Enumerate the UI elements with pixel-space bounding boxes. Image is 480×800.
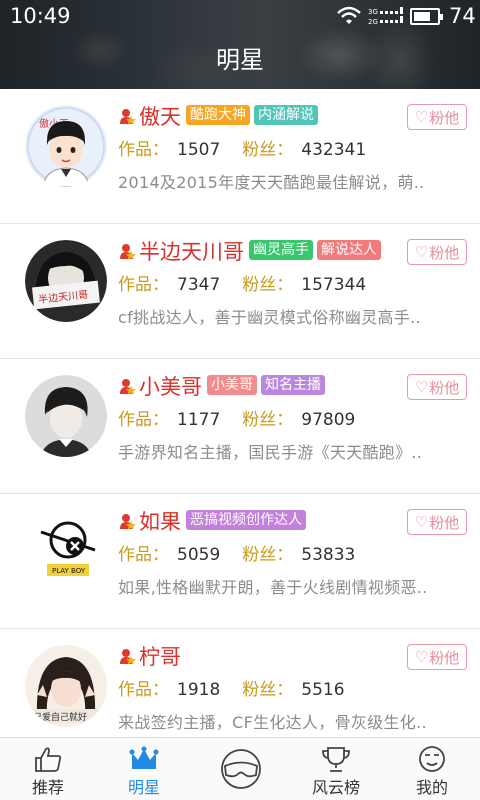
heart-icon: ♡ xyxy=(414,378,429,396)
tag-list: 小美哥 知名主播 xyxy=(207,375,325,395)
crown-icon xyxy=(129,746,159,769)
works-count: 1507 xyxy=(177,140,221,160)
works-label: 作品： xyxy=(118,545,169,565)
works-count: 1177 xyxy=(177,410,221,430)
face-icon xyxy=(419,746,445,772)
works-label: 作品： xyxy=(118,275,169,295)
battery-icon xyxy=(410,8,443,25)
works-count: 1918 xyxy=(177,680,221,700)
works-label: 作品： xyxy=(118,140,169,160)
star-description: 2014及2015年度天天酷跑最佳解说，萌.. xyxy=(118,173,425,192)
star-name[interactable]: 柠哥 xyxy=(139,641,181,671)
avatar[interactable]: 半边天川哥 xyxy=(25,240,107,322)
fans-label: 粉丝： xyxy=(242,410,294,430)
star-name[interactable]: 傲天 xyxy=(139,101,181,131)
tag-list: 恶搞视频创作达人 xyxy=(186,510,306,530)
works-count: 7347 xyxy=(177,275,221,295)
header-bar: 10:49 3G 2G 74 明星 xyxy=(0,0,480,89)
star-stats: 作品： 1918 粉丝： 5516 xyxy=(118,675,345,700)
star-list-item[interactable]: 己爱自己就好 柠哥 ♡ 粉他 作品： 1918 粉丝： 5516 来战签约主播，CF生化… xyxy=(0,629,480,737)
svg-text:2G: 2G xyxy=(368,18,378,26)
star-name[interactable]: 如果 xyxy=(139,506,181,536)
tag: 幽灵高手 xyxy=(249,240,313,260)
tag: 解说达人 xyxy=(317,240,381,260)
heart-icon: ♡ xyxy=(414,108,429,126)
tab-stars[interactable]: 明星 xyxy=(96,738,192,800)
follow-button[interactable]: ♡ 粉他 xyxy=(407,104,467,130)
star-description: 如果,性格幽默开朗，善于火线剧情视频恶.. xyxy=(118,578,428,597)
trophy-icon xyxy=(322,747,350,772)
tag: 酷跑大神 xyxy=(186,105,250,125)
tag-list: 酷跑大神 内涵解说 xyxy=(186,105,318,125)
star-list-item[interactable]: PLAY BOY 如果 恶搞视频创作达人 ♡ 粉他 作品： 5059 粉丝： 53833… xyxy=(0,494,480,629)
follow-button[interactable]: ♡ 粉他 xyxy=(407,374,467,400)
star-badge-icon xyxy=(120,109,136,125)
heart-icon: ♡ xyxy=(414,243,429,261)
star-list-item[interactable]: 半边天川哥 半边天川哥 幽灵高手 解说达人 ♡ 粉他 作品： 7347 粉丝： 1573… xyxy=(0,224,480,359)
tab-ranking[interactable]: 风云榜 xyxy=(288,738,384,800)
heart-icon: ♡ xyxy=(414,648,429,666)
page-title: 明星 xyxy=(216,46,264,74)
star-badge-icon xyxy=(120,379,136,395)
tag: 小美哥 xyxy=(207,375,257,395)
works-count: 5059 xyxy=(177,545,221,565)
signal-icon: 3G 2G xyxy=(368,7,403,26)
fans-count: 53833 xyxy=(301,545,356,565)
tag: 内涵解说 xyxy=(254,105,318,125)
follow-button[interactable]: ♡ 粉他 xyxy=(407,239,467,265)
avatar[interactable]: 己爱自己就好 xyxy=(25,645,107,727)
avatar[interactable]: PLAY BOY xyxy=(25,510,107,592)
tab-mine[interactable]: 我的 xyxy=(384,738,480,800)
star-list-item[interactable]: 傲小天 傲天 酷跑大神 内涵解说 ♡粉他 作品：1507粉丝：432341 2 xyxy=(0,89,480,224)
fans-label: 粉丝： xyxy=(242,140,294,160)
fans-count: 157344 xyxy=(301,275,367,295)
status-bar: 10:49 3G 2G 74 xyxy=(0,0,480,32)
works-label: 作品： xyxy=(118,680,169,700)
avatar[interactable] xyxy=(25,375,107,457)
svg-text:己爱自己就好: 己爱自己就好 xyxy=(33,711,87,723)
star-list-item[interactable]: 小美哥 小美哥 知名主播 ♡ 粉他 作品： 1177 粉丝： 97809 手游界知名主播… xyxy=(0,359,480,494)
follow-button[interactable]: ♡ 粉他 xyxy=(407,509,467,535)
status-time: 10:49 xyxy=(10,4,71,28)
svg-text:3G: 3G xyxy=(368,8,378,16)
tab-recommend[interactable]: 推荐 xyxy=(0,738,96,800)
star-list[interactable]: 傲小天 傲天 酷跑大神 内涵解说 ♡粉他 作品：1507粉丝：432341 2 xyxy=(0,89,480,737)
tag-list: 幽灵高手 解说达人 xyxy=(249,240,381,260)
tag: 知名主播 xyxy=(261,375,325,395)
fans-label: 粉丝： xyxy=(242,545,294,565)
star-stats: 作品： 1177 粉丝： 97809 xyxy=(118,405,355,430)
fans-label: 粉丝： xyxy=(242,275,294,295)
star-name[interactable]: 小美哥 xyxy=(139,371,202,401)
fans-count: 5516 xyxy=(301,680,345,700)
heart-icon: ♡ xyxy=(414,513,429,531)
fans-count: 97809 xyxy=(301,410,356,430)
wifi-icon xyxy=(337,6,361,24)
fans-label: 粉丝： xyxy=(242,680,294,700)
star-stats: 作品： 1507 粉丝： 432341 xyxy=(118,135,366,160)
star-badge-icon xyxy=(120,649,136,665)
star-description: cf挑战达人，善于幽灵模式俗称幽灵高手.. xyxy=(118,308,421,327)
follow-button[interactable]: ♡ 粉他 xyxy=(407,644,467,670)
star-badge-icon xyxy=(120,514,136,530)
thumbs-up-icon xyxy=(35,747,62,772)
avatar[interactable]: 傲小天 xyxy=(25,105,107,187)
star-description: 来战签约主播，CF生化达人，骨灰级生化.. xyxy=(118,713,427,732)
tag: 恶搞视频创作达人 xyxy=(186,510,306,530)
star-description: 手游界知名主播，国民手游《天天酷跑》.. xyxy=(118,443,423,462)
goggles-icon[interactable] xyxy=(218,749,264,789)
battery-percent: 74 xyxy=(449,4,476,28)
fans-count: 432341 xyxy=(301,140,367,160)
star-stats: 作品： 5059 粉丝： 53833 xyxy=(118,540,355,565)
star-name[interactable]: 半边天川哥 xyxy=(139,236,244,266)
works-label: 作品： xyxy=(118,410,169,430)
svg-text:PLAY BOY: PLAY BOY xyxy=(52,567,86,575)
star-badge-icon xyxy=(120,244,136,260)
star-stats: 作品： 7347 粉丝： 157344 xyxy=(118,270,366,295)
